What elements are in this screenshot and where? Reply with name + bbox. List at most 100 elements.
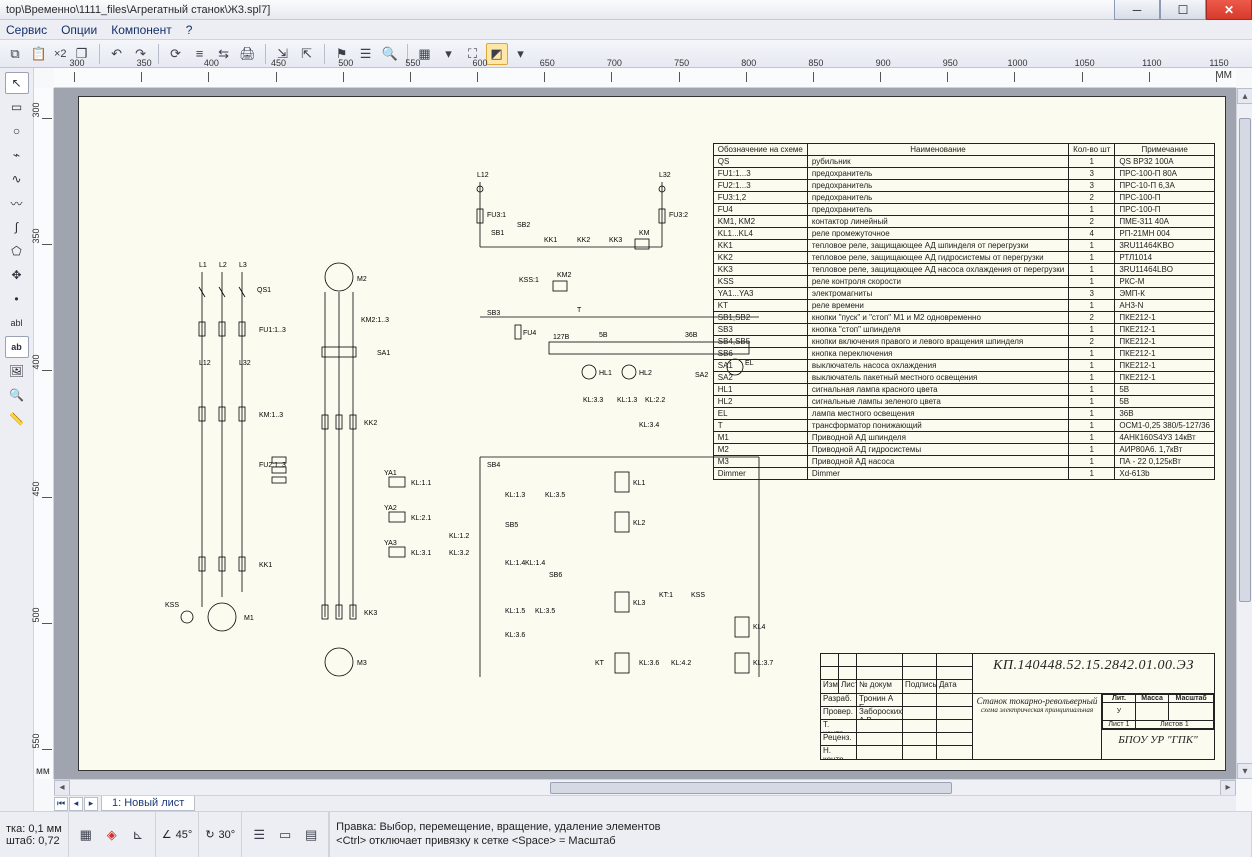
svg-text:KL:2.1: KL:2.1 (411, 515, 431, 522)
maximize-button[interactable]: ☐ (1160, 0, 1206, 20)
table-row: KSSреле контроля скорости1РКС-М (713, 276, 1214, 288)
svg-text:KT: KT (595, 660, 605, 667)
table-row: SB6кнопка переключения1ПКЕ212-1 (713, 348, 1214, 360)
close-button[interactable]: ✕ (1206, 0, 1252, 20)
table-row: DimmerDimmer1Xd-613b (713, 468, 1214, 480)
tab-first-icon[interactable]: ⏮ (54, 797, 68, 811)
circle-tool-icon[interactable]: ○ (5, 120, 29, 142)
svg-text:SB2: SB2 (517, 222, 530, 229)
svg-text:M1: M1 (244, 615, 254, 622)
svg-text:SB5: SB5 (505, 522, 518, 529)
svg-text:FU3:2: FU3:2 (669, 212, 688, 219)
point-tool-icon[interactable]: • (5, 288, 29, 310)
svg-text:L32: L32 (659, 172, 671, 179)
zoom-tool-icon[interactable]: 🔍 (5, 384, 29, 406)
svg-text:M2: M2 (357, 276, 367, 283)
svg-text:L12: L12 (477, 172, 489, 179)
rotate-icon: ↻ (205, 828, 214, 841)
table-row: M3Приводной АД насоса1ПА - 22 0,125кВт (713, 456, 1214, 468)
scroll-down-icon[interactable]: ▾ (1237, 763, 1252, 779)
more-icon[interactable]: ▾ (510, 43, 532, 65)
ortho-icon[interactable]: ⊾ (127, 824, 149, 846)
tab-next-icon[interactable]: ▸ (84, 797, 98, 811)
sheet-tab-1[interactable]: 1: Новый лист (101, 796, 195, 811)
book-icon[interactable]: ▤ (300, 824, 322, 846)
find-icon[interactable]: 🔍 (379, 43, 401, 65)
list-icon[interactable]: ☰ (355, 43, 377, 65)
svg-text:SA1: SA1 (377, 350, 390, 357)
scroll-right-icon[interactable]: ▸ (1220, 780, 1236, 796)
table-row: QSрубильник1QS ВР32 100А (713, 156, 1214, 168)
svg-text:KL:3.6: KL:3.6 (505, 632, 525, 639)
sheet-tab-strip: ⏮ ◂ ▸ 1: Новый лист (54, 795, 1236, 811)
undo-icon[interactable]: ↶ (106, 43, 128, 65)
svg-text:L12: L12 (199, 360, 211, 367)
svg-text:FU1:1..3: FU1:1..3 (259, 327, 286, 334)
table-row: SA1выключатель насоса охлаждения1ПКЕ212-… (713, 360, 1214, 372)
table-row: KL1...KL4реле промежуточное4РП-21МН 004 (713, 228, 1214, 240)
polygon-tool-icon[interactable]: ⬠ (5, 240, 29, 262)
panel-icon[interactable]: ▭ (274, 824, 296, 846)
measure-tool-icon[interactable]: 📏 (5, 408, 29, 430)
image-tool-icon[interactable]: 🖼 (5, 360, 29, 382)
menu-options[interactable]: Опции (61, 23, 97, 37)
canvas[interactable]: L1 L2 L3 QS1 FU1:1..3 L12 L32 KM:1..3 (54, 88, 1236, 779)
svg-text:HL2: HL2 (639, 370, 652, 377)
svg-text:36В: 36В (685, 332, 698, 339)
scroll-left-icon[interactable]: ◂ (54, 780, 70, 796)
table-row: KK3тепловое реле, защищающее АД насоса о… (713, 264, 1214, 276)
snap-icon[interactable]: ◈ (101, 824, 123, 846)
refresh-icon[interactable]: ⟳ (165, 43, 187, 65)
vertical-scrollbar[interactable]: ▴ ▾ (1236, 88, 1252, 779)
table-row: KM1, KM2контактор линейный2ПМЕ-311 40А (713, 216, 1214, 228)
rect-tool-icon[interactable]: ▭ (5, 96, 29, 118)
svg-text:KM2: KM2 (557, 272, 572, 279)
copy-icon[interactable]: ⧉ (4, 43, 26, 65)
svg-text:FU4: FU4 (523, 330, 536, 337)
table-row: FU4предохранитель1ПРС-100-П (713, 204, 1214, 216)
layer-icon[interactable]: ☰ (248, 824, 270, 846)
organization: БПОУ УР "ГПК" (1102, 729, 1214, 750)
table-row: KK2тепловое реле, защищающее АД гидросис… (713, 252, 1214, 264)
grid-toggle-icon[interactable]: ▦ (75, 824, 97, 846)
svg-text:M3: M3 (357, 660, 367, 667)
window-controls: ─ ☐ ✕ (1114, 0, 1252, 20)
polyline-tool-icon[interactable]: ⌁ (5, 144, 29, 166)
svg-text:KM:1..3: KM:1..3 (259, 412, 283, 419)
svg-text:SB1: SB1 (491, 230, 504, 237)
svg-text:KL:3.2: KL:3.2 (449, 550, 469, 557)
paste-icon[interactable]: 📋 (28, 43, 50, 65)
svg-text:KL:1.2: KL:1.2 (449, 533, 469, 540)
horizontal-scrollbar[interactable]: ◂ ▸ (54, 779, 1236, 795)
svg-text:KK2: KK2 (577, 237, 590, 244)
bezier-tool-icon[interactable]: 〰 (5, 192, 29, 214)
minimize-button[interactable]: ─ (1114, 0, 1160, 20)
menu-component[interactable]: Компонент (111, 23, 172, 37)
table-row: FU2:1...3предохранитель3ПРС-10-П 6,3А (713, 180, 1214, 192)
svg-text:KL:3.5: KL:3.5 (545, 492, 565, 499)
svg-text:KL:3.3: KL:3.3 (583, 397, 603, 404)
svg-text:L1: L1 (199, 262, 207, 269)
menu-help[interactable]: ? (186, 23, 193, 37)
print-icon[interactable]: 🖨 (237, 43, 259, 65)
move-tool-icon[interactable]: ✥ (5, 264, 29, 286)
import-icon[interactable]: ⇱ (296, 43, 318, 65)
dropdown-icon[interactable]: ▾ (438, 43, 460, 65)
curve-tool-icon[interactable]: ∫ (5, 216, 29, 238)
tab-prev-icon[interactable]: ◂ (69, 797, 83, 811)
horizontal-ruler: ММ 3003504004505005506006507007508008509… (54, 68, 1236, 88)
hscroll-thumb[interactable] (550, 782, 952, 794)
table-row: KTреле времени1AH3-N (713, 300, 1214, 312)
table-row: M2Приводной АД гидросистемы1АИР80А6. 1,7… (713, 444, 1214, 456)
pointer-tool-icon[interactable]: ↖ (5, 72, 29, 94)
abl-tool[interactable]: abl (5, 312, 29, 334)
vruler-unit: мм (36, 766, 50, 777)
svg-text:KL:2.2: KL:2.2 (645, 397, 665, 404)
svg-text:KL:3.1: KL:3.1 (411, 550, 431, 557)
ab-tool[interactable]: ab (5, 336, 29, 358)
vscroll-thumb[interactable] (1239, 118, 1251, 602)
menu-service[interactable]: Сервис (6, 23, 47, 37)
svg-text:L32: L32 (239, 360, 251, 367)
zigzag-tool-icon[interactable]: ∿ (5, 168, 29, 190)
scroll-up-icon[interactable]: ▴ (1237, 88, 1252, 104)
